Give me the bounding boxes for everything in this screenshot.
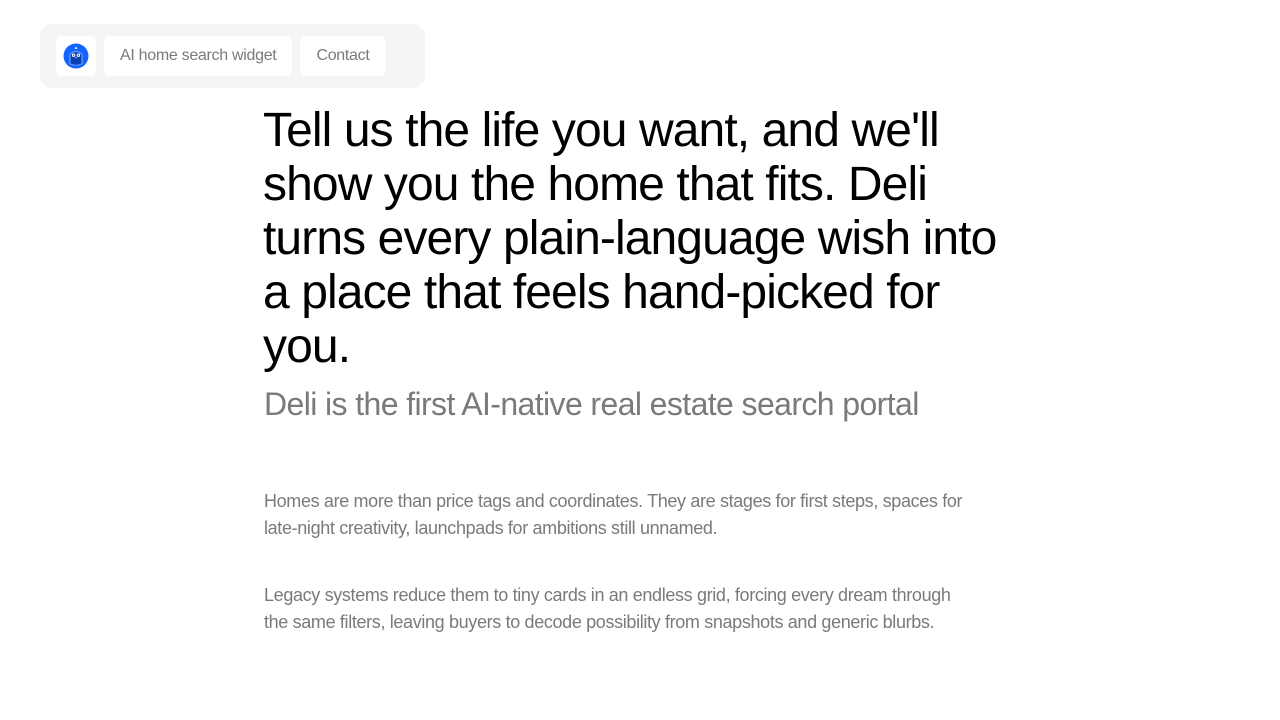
main-content: Tell us the life you want, and we'll sho…	[263, 104, 1023, 636]
body-paragraph: Legacy systems reduce them to tiny cards…	[264, 585, 951, 632]
hero-headline: Tell us the life you want, and we'll sho…	[263, 104, 997, 373]
top-nav: AI home search widget Contact	[40, 24, 425, 88]
home-logo-button[interactable]	[56, 36, 96, 76]
hero-subtitle: Deli is the first AI-native real estate …	[264, 386, 919, 422]
deli-owl-logo-icon	[63, 43, 89, 69]
nav-link-contact[interactable]: Contact	[300, 36, 386, 76]
body-paragraph: Homes are more than price tags and coord…	[264, 491, 963, 538]
nav-link-ai-home-search-widget[interactable]: AI home search widget	[104, 36, 293, 76]
